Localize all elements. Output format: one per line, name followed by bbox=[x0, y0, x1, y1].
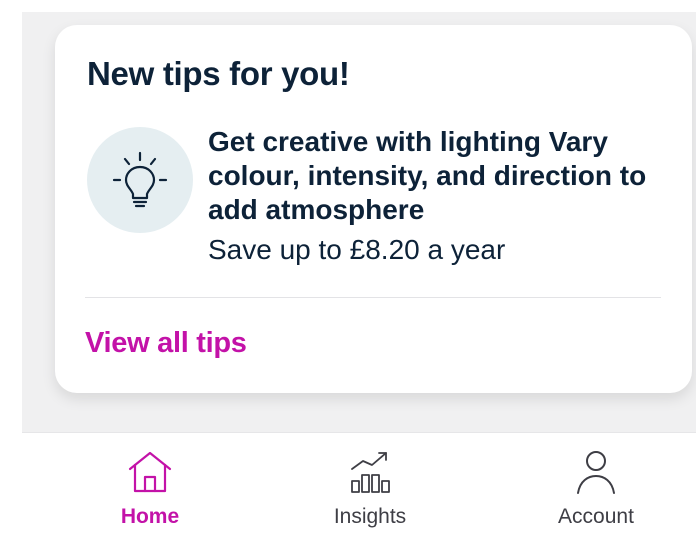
nav-label-home: Home bbox=[120, 505, 180, 528]
tips-card: New tips for you! Get creative with ligh… bbox=[55, 25, 692, 393]
nav-item-account[interactable]: Account bbox=[516, 433, 676, 553]
nav-item-home[interactable]: Home bbox=[70, 433, 230, 553]
lightbulb-icon bbox=[87, 127, 193, 233]
card-divider bbox=[85, 297, 661, 298]
app-screen: New tips for you! Get creative with ligh… bbox=[0, 0, 696, 553]
nav-label-account: Account bbox=[558, 505, 634, 528]
person-icon bbox=[572, 449, 620, 495]
nav-item-insights[interactable]: Insights bbox=[290, 433, 450, 553]
left-frame bbox=[0, 0, 22, 553]
view-all-tips-link[interactable]: View all tips bbox=[85, 327, 247, 360]
tips-card-title: New tips for you! bbox=[87, 55, 350, 92]
tip-text: Get creative with lighting Vary colour, … bbox=[208, 126, 647, 225]
tip-saving: Save up to £8.20 a year bbox=[208, 234, 506, 265]
bottom-nav: Home Insights Account bbox=[22, 432, 696, 553]
nav-label-insights: Insights bbox=[333, 505, 407, 528]
bar-chart-trend-icon bbox=[346, 449, 394, 495]
home-icon bbox=[126, 449, 174, 495]
